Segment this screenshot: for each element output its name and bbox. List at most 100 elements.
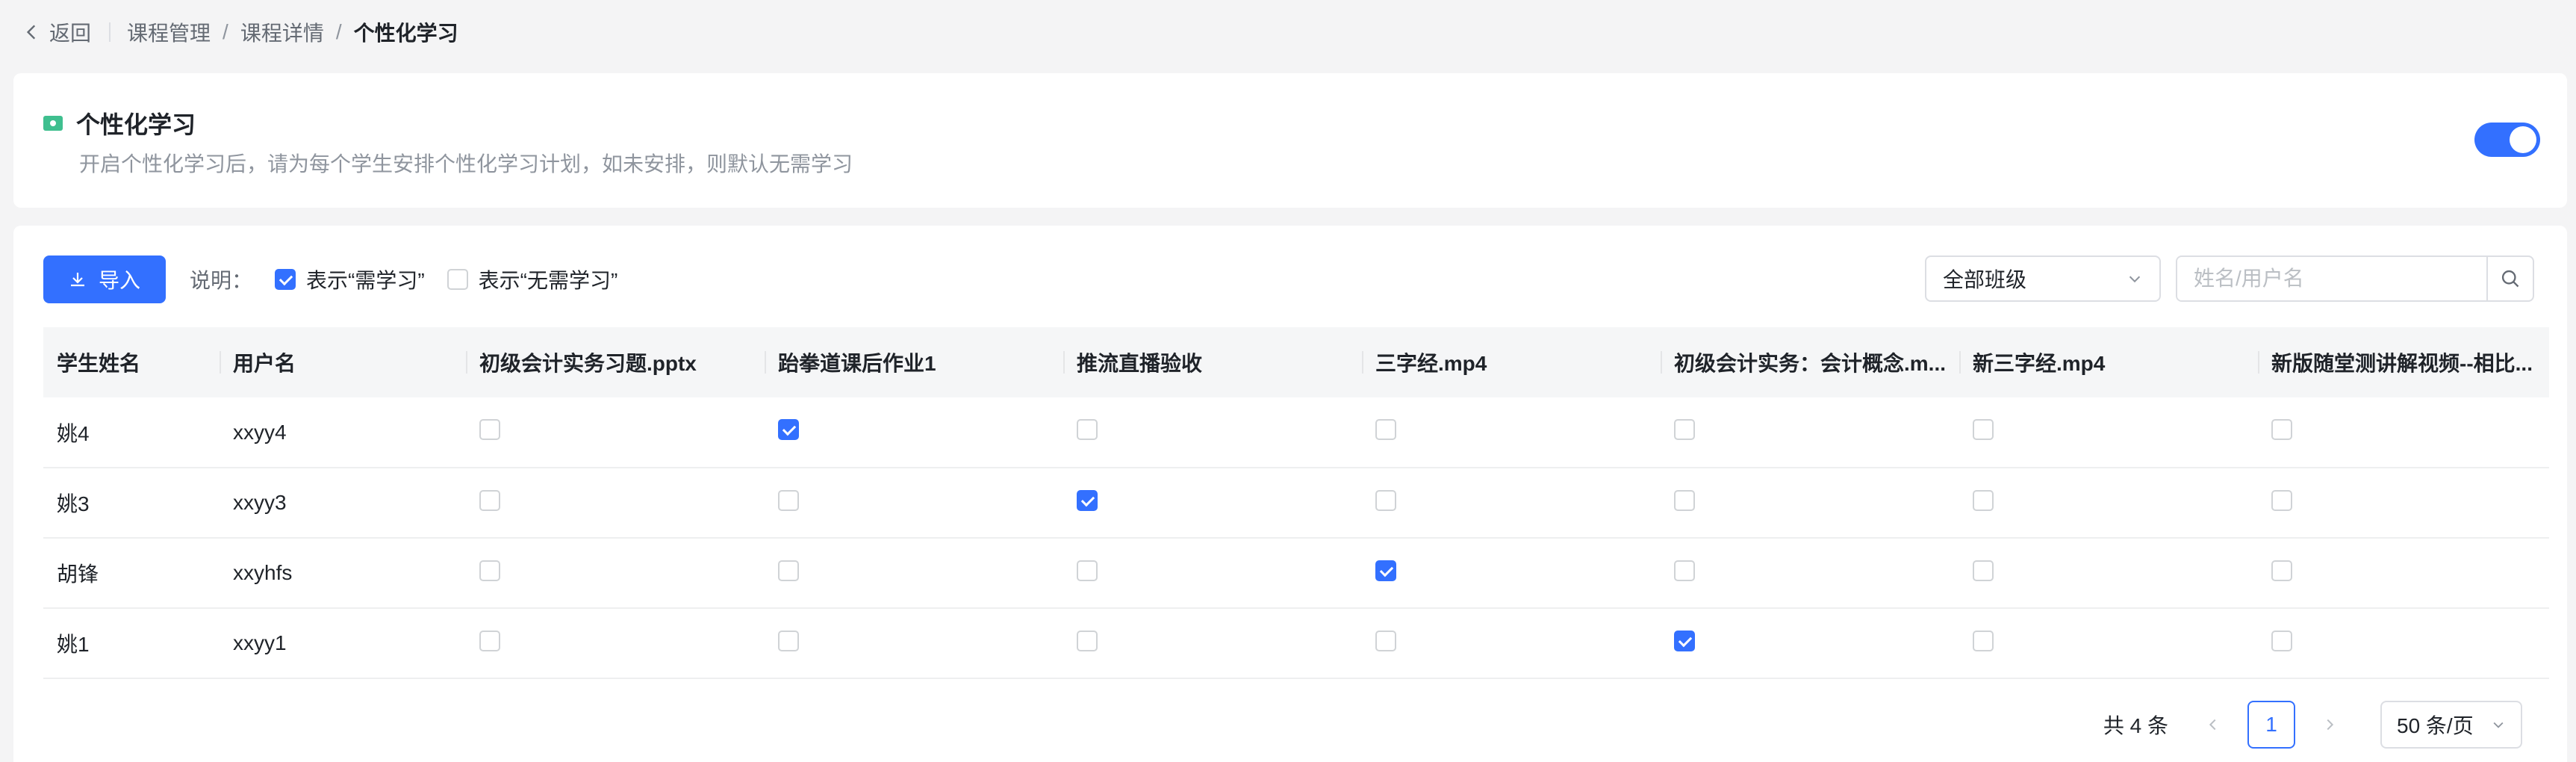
download-icon xyxy=(70,273,84,287)
table-header-row: 学生姓名 用户名 初级会计实务习题.pptx 跆拳道课后作业1 推流直播验收 三字经.mp… xyxy=(43,327,2549,397)
page-size-select[interactable]: 50 条/页 xyxy=(2380,701,2522,749)
study-checkbox[interactable] xyxy=(1375,419,1396,440)
plan-cell xyxy=(765,397,1063,468)
plan-cell xyxy=(1362,468,1661,539)
study-checkbox[interactable] xyxy=(1375,630,1396,651)
chevron-right-icon xyxy=(2327,719,2334,731)
student-name-cell: 姚4 xyxy=(43,397,220,468)
study-checkbox[interactable] xyxy=(1674,560,1695,581)
study-checkbox[interactable] xyxy=(1674,630,1695,651)
import-label: 导入 xyxy=(98,269,140,292)
plan-cell xyxy=(1362,538,1661,609)
username-cell: xxyhfs xyxy=(220,538,466,609)
plan-cell xyxy=(1661,608,1959,679)
study-checkbox[interactable] xyxy=(2271,560,2292,581)
plan-cell xyxy=(1362,397,1661,468)
study-checkbox[interactable] xyxy=(778,419,799,440)
plan-cell xyxy=(1063,608,1362,679)
study-checkbox[interactable] xyxy=(778,560,799,581)
study-checkbox[interactable] xyxy=(1973,630,1994,651)
study-checkbox[interactable] xyxy=(1674,489,1695,511)
study-checkbox[interactable] xyxy=(1375,560,1396,581)
legend: 说明： 表示“需学习” 表示“无需学习” xyxy=(190,255,640,303)
pagination: 共 4 条 1 50 条/页 xyxy=(2103,701,2522,749)
study-checkbox[interactable] xyxy=(1077,630,1098,651)
column-header: 跆拳道课后作业1 xyxy=(765,327,1063,397)
search-input[interactable] xyxy=(2177,257,2486,300)
legend-not-required: 表示“无需学习” xyxy=(447,264,618,294)
student-plan-table: 学生姓名 用户名 初级会计实务习题.pptx 跆拳道课后作业1 推流直播验收 三字经.mp… xyxy=(43,327,2549,679)
plan-cell xyxy=(1661,538,1959,609)
study-checkbox[interactable] xyxy=(479,630,500,651)
toggle-knob xyxy=(2510,126,2536,153)
plan-cell xyxy=(2258,538,2549,609)
plan-cell xyxy=(1661,468,1959,539)
chevron-left-icon xyxy=(2209,719,2216,731)
breadcrumb-bar: 返回 课程管理 / 课程详情 / 个性化学习 xyxy=(0,0,2576,64)
personalized-learning-toggle[interactable] xyxy=(2474,123,2540,157)
plan-cell xyxy=(1661,397,1959,468)
study-checkbox[interactable] xyxy=(479,489,500,511)
column-header: 学生姓名 xyxy=(43,327,220,397)
table-row: 姚1 xxyy1 xyxy=(43,608,2549,679)
plan-cell xyxy=(765,608,1063,679)
column-header: 新三字经.mp4 xyxy=(1959,327,2258,397)
back-button[interactable]: 返回 xyxy=(22,17,91,47)
table-row: 姚4 xxyy4 xyxy=(43,397,2549,468)
study-checkbox[interactable] xyxy=(778,630,799,651)
study-checkbox[interactable] xyxy=(1973,560,1994,581)
student-plan-panel: 导入 说明： 表示“需学习” 表示“无需学习” 全部班级 姓名/用户名 学生姓名… xyxy=(13,226,2567,762)
legend-required: 表示“需学习” xyxy=(275,264,425,294)
column-header: 初级会计实务习题.pptx xyxy=(466,327,765,397)
legend-not-required-text: 表示“无需学习” xyxy=(478,269,618,292)
plan-cell xyxy=(1063,538,1362,609)
import-button[interactable]: 导入 xyxy=(43,255,166,303)
username-cell: xxyy3 xyxy=(220,468,466,539)
plan-cell xyxy=(466,538,765,609)
pagination-total: 共 4 条 xyxy=(2103,714,2168,737)
class-select[interactable]: 全部班级 xyxy=(1925,255,2161,302)
study-checkbox[interactable] xyxy=(1375,489,1396,511)
study-checkbox[interactable] xyxy=(778,489,799,511)
prev-page-button[interactable] xyxy=(2198,710,2228,740)
plan-cell xyxy=(466,397,765,468)
study-checkbox[interactable] xyxy=(1077,419,1098,440)
breadcrumb-current: 个性化学习 xyxy=(353,22,458,45)
plan-cell xyxy=(1959,538,2258,609)
search-button[interactable] xyxy=(2486,257,2533,300)
table-row: 姚3 xxyy3 xyxy=(43,468,2549,539)
study-checkbox[interactable] xyxy=(1973,419,1994,440)
breadcrumb-item-course-detail[interactable]: 课程详情 xyxy=(240,17,324,47)
study-checkbox[interactable] xyxy=(1674,419,1695,440)
student-name-cell: 胡锋 xyxy=(43,538,220,609)
plan-cell xyxy=(2258,608,2549,679)
plan-cell xyxy=(2258,468,2549,539)
study-checkbox[interactable] xyxy=(1077,489,1098,511)
chevron-down-icon xyxy=(2129,276,2141,283)
table-row: 胡锋 xxyhfs xyxy=(43,538,2549,609)
column-header: 三字经.mp4 xyxy=(1362,327,1661,397)
plan-cell xyxy=(765,468,1063,539)
ticket-icon xyxy=(43,116,63,131)
page-number-button[interactable]: 1 xyxy=(2247,701,2295,749)
next-page-button[interactable] xyxy=(2315,710,2345,740)
study-checkbox[interactable] xyxy=(479,419,500,440)
breadcrumb-separator: / xyxy=(335,20,342,43)
study-checkbox[interactable] xyxy=(2271,489,2292,511)
search-box xyxy=(2176,255,2534,302)
column-header: 推流直播验收 xyxy=(1063,327,1362,397)
study-checkbox[interactable] xyxy=(1973,489,1994,511)
study-checkbox[interactable] xyxy=(1077,560,1098,581)
breadcrumb-item-course-management[interactable]: 课程管理 xyxy=(127,17,211,47)
legend-checkbox-unchecked xyxy=(447,269,468,290)
plan-cell xyxy=(1959,397,2258,468)
username-cell: xxyy1 xyxy=(220,608,466,679)
breadcrumb-separator: / xyxy=(223,20,228,43)
study-checkbox[interactable] xyxy=(479,560,500,581)
study-checkbox[interactable] xyxy=(2271,419,2292,440)
panel-title-text: 个性化学习 xyxy=(76,111,196,138)
plan-cell xyxy=(1063,397,1362,468)
plan-cell xyxy=(1959,468,2258,539)
column-header: 新版随堂测讲解视频--相比... xyxy=(2258,327,2549,397)
study-checkbox[interactable] xyxy=(2271,630,2292,651)
